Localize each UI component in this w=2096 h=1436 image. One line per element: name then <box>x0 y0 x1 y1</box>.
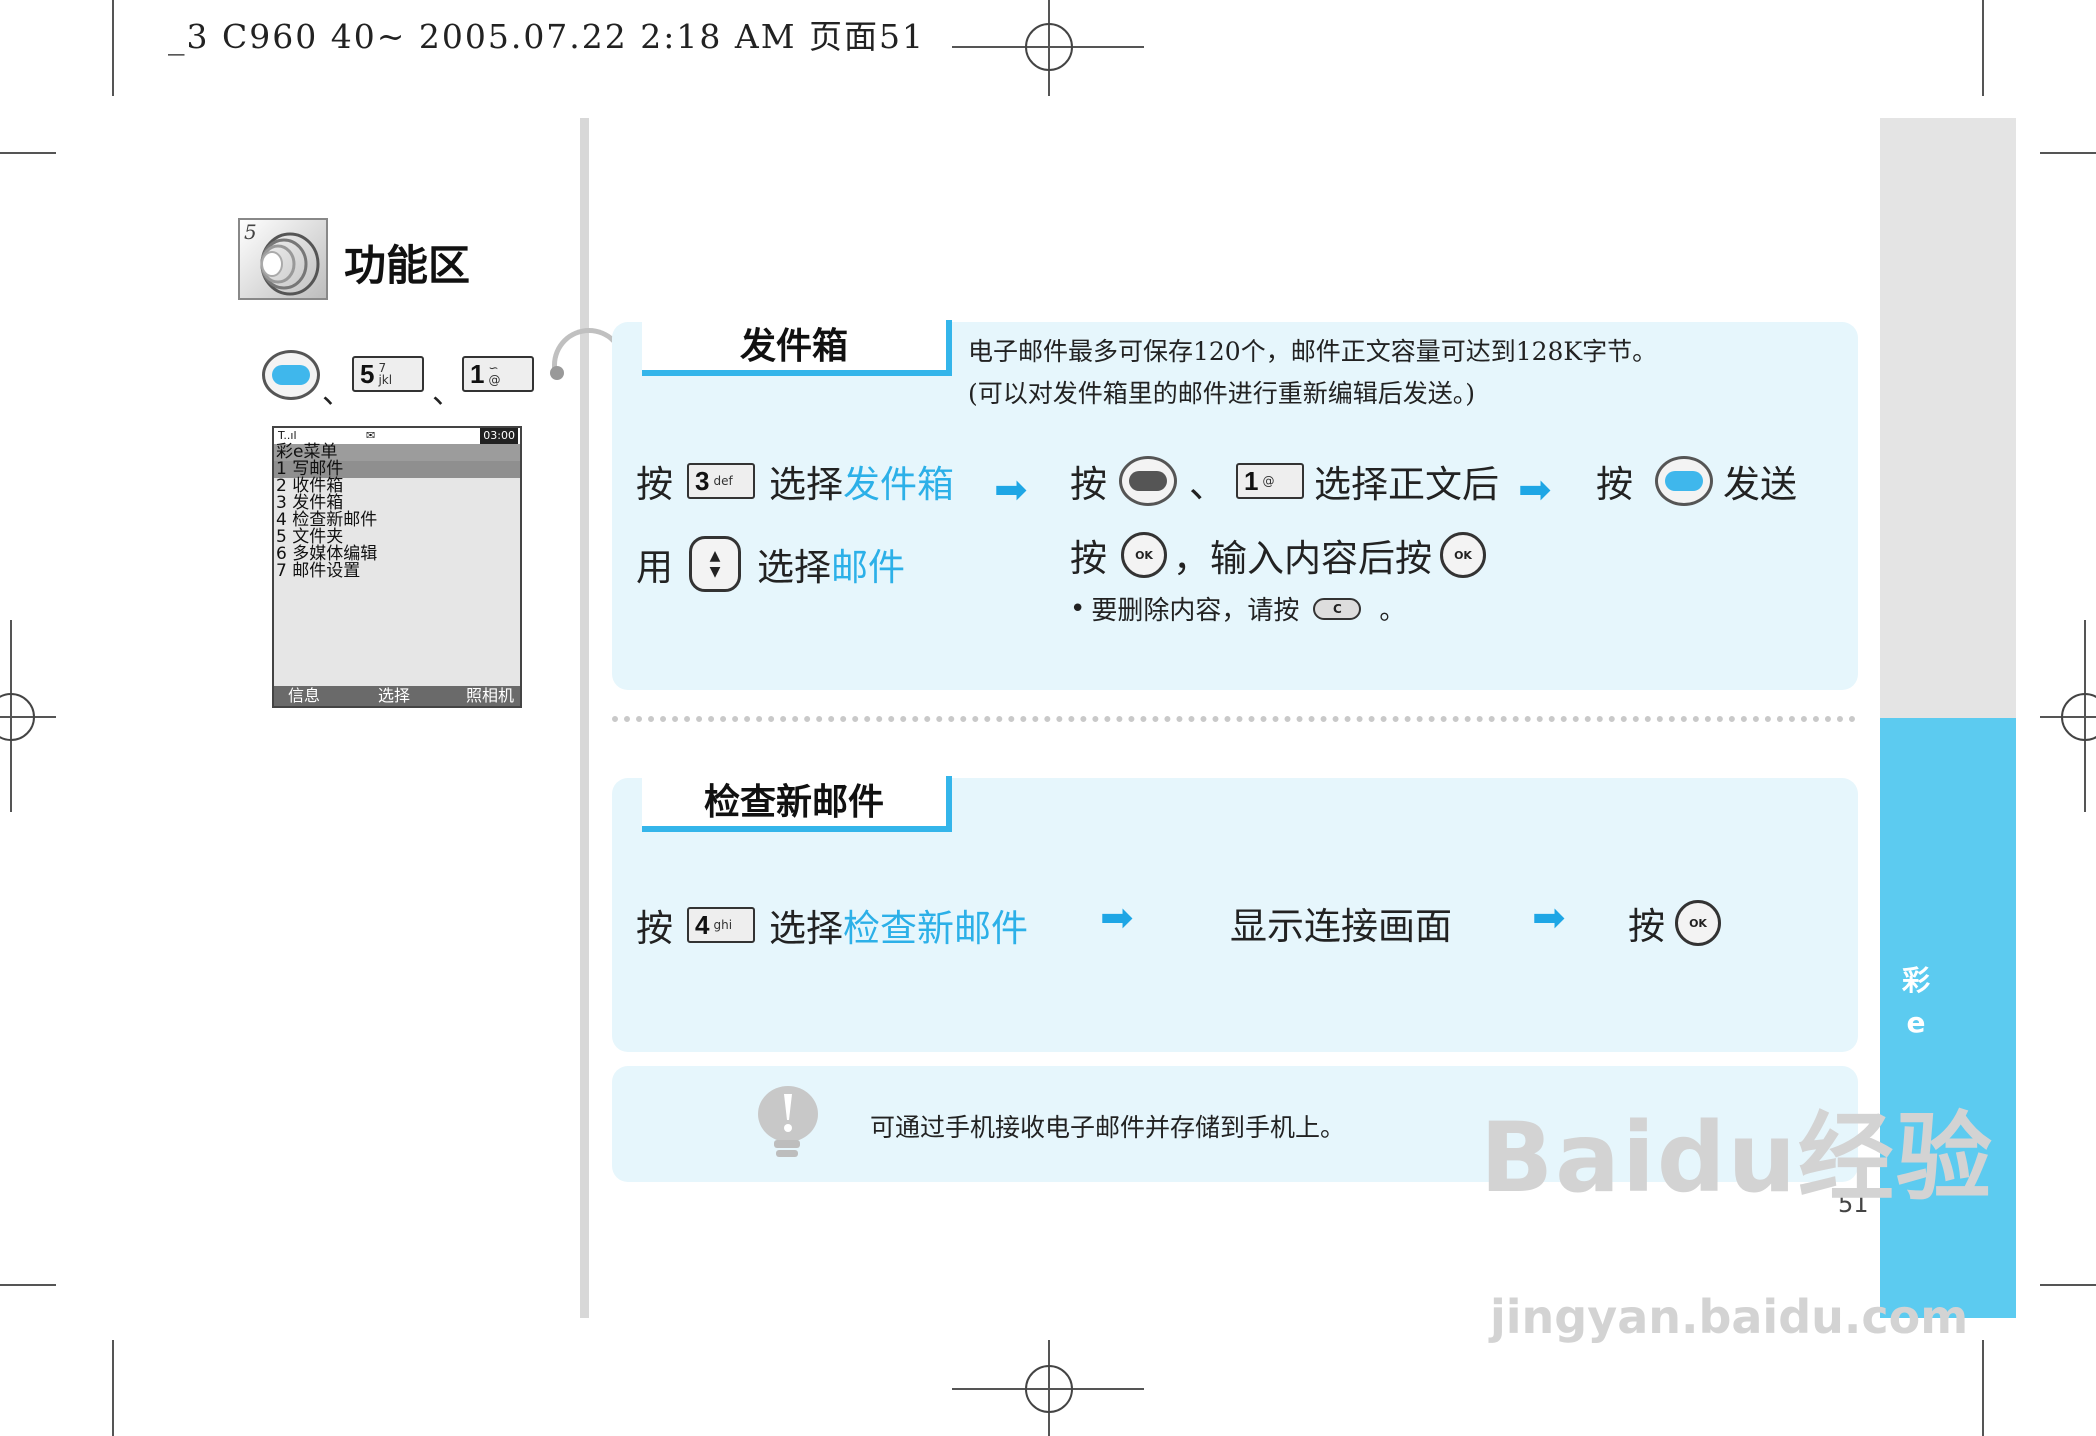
phone-softkey-bar: 信息 选择 照相机 <box>274 686 520 706</box>
outbox-desc-line2: (可以对发件箱里的邮件进行重新编辑后发送。) <box>968 379 1476 408</box>
crop-mark <box>1982 1340 1984 1436</box>
registration-mark <box>0 693 35 741</box>
arrow-icon: ➡ <box>994 467 1028 513</box>
print-info-header: _3 C960 40~ 2005.07.22 2:18 AM 页面51 <box>168 17 925 56</box>
crop-mark <box>0 152 56 154</box>
side-tab-label: 彩 e <box>1880 960 1952 1044</box>
softkey-icon <box>1119 456 1177 506</box>
ok-key-icon: OK <box>1675 900 1721 946</box>
softkey-right[interactable]: 照相机 <box>466 686 514 706</box>
side-bar-gray <box>1880 118 2016 718</box>
watermark-url: jingyan.baidu.com <box>1490 1290 1969 1344</box>
ok-key-icon: OK <box>1121 532 1167 578</box>
ok-key-icon: OK <box>1440 532 1486 578</box>
section-title: 功能区 <box>344 241 471 290</box>
send-softkey-icon <box>1655 456 1713 506</box>
crop-mark <box>112 1340 114 1436</box>
tip-text: 可通过手机接收电子邮件并存储到手机上。 <box>870 1113 1346 1142</box>
key-5-icon: 5 7 jkl <box>352 356 424 392</box>
arrow-icon: ➡ <box>1100 895 1134 941</box>
bullet-icon: • <box>1070 593 1086 624</box>
registration-mark <box>1025 1365 1073 1413</box>
outbox-step2b: 按 OK ， 输入内容后按 OK <box>1070 528 1486 582</box>
key-3-icon: 3 def <box>687 463 755 499</box>
crop-mark <box>112 0 114 96</box>
separator: 、 <box>322 376 352 411</box>
nav-key-icon: ▲ ▼ <box>689 536 741 592</box>
outbox-step3: 按 发送 <box>1596 454 1797 508</box>
side-tab-line1: 彩 <box>1901 964 1930 997</box>
message-status-icon: ✉ <box>366 429 376 442</box>
softkey-center[interactable]: 选择 <box>378 686 410 706</box>
checkmail-step1: 按 4 ghi 选择 检查新邮件 <box>636 907 1028 950</box>
watermark-brand: Baidu经验 <box>1480 1102 1994 1214</box>
lightbulb-icon <box>758 1086 818 1157</box>
outbox-step1b: 用 ▲ ▼ 选择 邮件 <box>636 536 905 592</box>
registration-mark <box>2061 693 2096 741</box>
key-1-icon: 1 @ <box>1236 463 1304 499</box>
softkey-left[interactable]: 信息 <box>288 686 320 706</box>
phone-screen: T..ıl ✉ 03:00 彩e菜单 1 写邮件 2 收件箱 3 发件箱 4 检… <box>272 426 522 708</box>
outbox-title: 发件箱 <box>642 320 952 376</box>
arrow-icon: ➡ <box>1518 467 1552 513</box>
checkmail-title: 检查新邮件 <box>642 776 952 832</box>
crop-mark <box>0 1284 56 1286</box>
shell-icon <box>260 232 320 296</box>
arrow-icon: ➡ <box>1532 895 1566 941</box>
phone-menu-item[interactable]: 7 邮件设置 <box>274 563 520 580</box>
crop-mark <box>2040 152 2096 154</box>
crop-mark <box>1982 0 1984 96</box>
checkmail-step2: 显示连接画面 <box>1230 905 1452 948</box>
outbox-step1: 按 3 def 选择 发件箱 <box>636 463 954 506</box>
connector-dot <box>550 366 564 380</box>
dotted-divider <box>612 716 1856 722</box>
outbox-step2: 按 、 1 @ 选择正文后 <box>1070 454 1499 508</box>
crop-mark <box>2040 1284 2096 1286</box>
separator: 、 <box>432 376 462 411</box>
status-time: 03:00 <box>480 428 518 444</box>
side-tab-line2: e <box>1906 1006 1926 1039</box>
key-4-icon: 4 ghi <box>687 907 755 943</box>
registration-mark <box>1025 23 1073 71</box>
checkmail-step3: 按 OK <box>1628 896 1721 950</box>
function-area-icon: 5 <box>238 218 328 300</box>
outbox-note: • 要删除内容，请按 C 。 <box>1070 593 1406 627</box>
c-key-icon: C <box>1313 597 1362 620</box>
left-column-divider <box>580 118 589 1318</box>
menu-softkey-icon <box>262 350 320 400</box>
key-1-icon: 1 ∽ @ <box>462 356 534 392</box>
outbox-desc-line1: 电子邮件最多可保存120个，邮件正文容量可达到128K字节。 <box>968 337 1658 366</box>
